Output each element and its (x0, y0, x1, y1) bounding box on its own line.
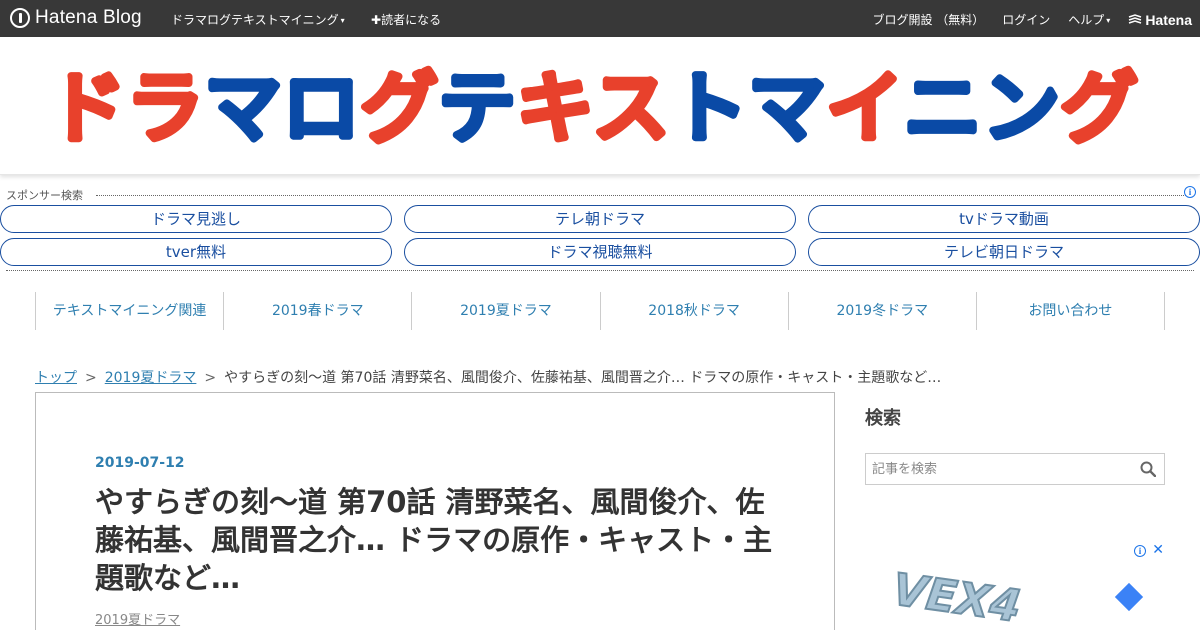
entry-title[interactable]: やすらぎの刻～道 第70話 清野菜名、風間俊介、佐藤祐基、風間晋之介… ドラマの… (95, 483, 785, 597)
sponsor-divider (6, 270, 1194, 271)
blog-title-char: ス (592, 65, 670, 145)
plus-icon: ✚ (371, 13, 382, 27)
hatena-mark-icon (1129, 13, 1142, 24)
breadcrumb-current: やすらぎの刻～道 第70話 清野菜名、風間俊介、佐藤祐基、風間晋之介… ドラマの… (224, 370, 942, 386)
category-link[interactable]: 2019夏ドラマ (411, 292, 599, 330)
category-link[interactable]: 2019春ドラマ (223, 292, 411, 330)
category-link[interactable]: 2018秋ドラマ (599, 292, 788, 330)
blog-title-char: ロ (282, 65, 360, 145)
category-nav: テキストマイニング関連 2019春ドラマ 2019夏ドラマ 2018秋ドラマ 2… (35, 292, 1166, 330)
blog-title-char: イ (826, 65, 904, 145)
ad-info-icon[interactable]: i (1184, 186, 1196, 198)
ad-info-icon[interactable]: i (1134, 545, 1146, 557)
blog-title-char: ン (982, 65, 1060, 145)
ad-brand-logo-text: VEX4 (890, 564, 1024, 630)
blog-title-char: ラ (126, 65, 204, 145)
blog-title-char: ト (670, 65, 748, 145)
sponsor-search-label: スポンサー検索 (6, 187, 87, 203)
entry-category-link[interactable]: 2019夏ドラマ (95, 609, 180, 628)
ad-brand-logo: VEX4 (890, 563, 1025, 630)
entry-article: 2019-07-12 やすらぎの刻～道 第70話 清野菜名、風間俊介、佐藤祐基、… (35, 392, 835, 630)
login-link[interactable]: ログイン (1002, 11, 1050, 28)
ad-close-icon[interactable]: ✕ (1152, 542, 1164, 558)
blog-title-char: ニ (904, 65, 982, 145)
blog-menu-dropdown[interactable]: ドラマログテキストマイニング ▾ (171, 11, 345, 28)
sidebar-search-box (865, 453, 1165, 485)
blog-title-char: グ (360, 65, 438, 145)
breadcrumb-category-link[interactable]: 2019夏ドラマ (105, 370, 197, 386)
hatena-blog-brand[interactable]: Hatena Blog (10, 7, 142, 29)
breadcrumb-top-link[interactable]: トップ (35, 370, 77, 386)
sponsor-link[interactable]: テレビ朝日ドラマ (808, 238, 1200, 266)
caret-down-icon: ▾ (1106, 16, 1111, 25)
open-blog-link[interactable]: ブログ開設 （無料） (872, 11, 984, 28)
sponsor-link[interactable]: ドラマ視聴無料 (404, 238, 796, 266)
blog-title-char: キ (516, 65, 592, 145)
sidebar-ad[interactable]: i ✕ VEX4 (865, 540, 1170, 630)
blog-title-char: マ (204, 65, 282, 145)
blog-title-char: ド (48, 65, 126, 145)
brand-text: Hatena Blog (35, 7, 142, 28)
search-icon[interactable] (1140, 461, 1156, 477)
sponsor-link[interactable]: テレ朝ドラマ (404, 205, 796, 233)
help-menu[interactable]: ヘルプ ▾ (1068, 11, 1110, 28)
hatena-global-header: Hatena Blog ドラマログテキストマイニング ▾ ✚読者になる ブログ開設… (0, 0, 1200, 37)
breadcrumb-separator: > (204, 370, 217, 386)
sidebar-search-title: 検索 (865, 408, 901, 429)
blog-menu-label: ドラマログテキストマイニング (171, 13, 339, 27)
subscribe-button[interactable]: ✚読者になる (371, 11, 441, 28)
sponsor-link[interactable]: tver無料 (0, 238, 392, 266)
blog-title-text: ドラマログテキストマイニング (48, 65, 1138, 145)
category-link[interactable]: お問い合わせ (975, 292, 1166, 330)
hatena-blog-logo-icon (10, 8, 30, 28)
global-header-right: ブログ開設 （無料） ログイン ヘルプ ▾ Hatena (872, 11, 1192, 28)
blog-title-char: グ (1060, 65, 1138, 145)
sponsor-divider (96, 195, 1186, 196)
category-link[interactable]: テキストマイニング関連 (35, 292, 223, 330)
category-link[interactable]: 2019冬ドラマ (787, 292, 976, 330)
help-label: ヘルプ (1068, 13, 1105, 27)
sponsor-link[interactable]: ドラマ見逃し (0, 205, 392, 233)
hatena-label: Hatena (1145, 11, 1192, 28)
breadcrumb-separator: > (85, 370, 97, 386)
ad-diamond-icon (1114, 582, 1144, 612)
subscribe-label: 読者になる (381, 13, 442, 27)
search-input[interactable] (866, 454, 1126, 484)
blog-title-logo[interactable]: ドラマログテキストマイニング (48, 65, 1148, 145)
blog-header: ドラマログテキストマイニング (0, 37, 1200, 175)
sponsor-link[interactable]: tvドラマ動画 (808, 205, 1200, 233)
blog-title-char: マ (748, 65, 826, 145)
blog-title-char: テ (438, 65, 516, 145)
breadcrumb: トップ >2019夏ドラマ > やすらぎの刻～道 第70話 清野菜名、風間俊介、佐藤祐… (35, 367, 941, 387)
hatena-menu[interactable]: Hatena (1128, 12, 1192, 28)
entry-date[interactable]: 2019-07-12 (95, 455, 185, 471)
caret-down-icon: ▾ (340, 16, 345, 25)
